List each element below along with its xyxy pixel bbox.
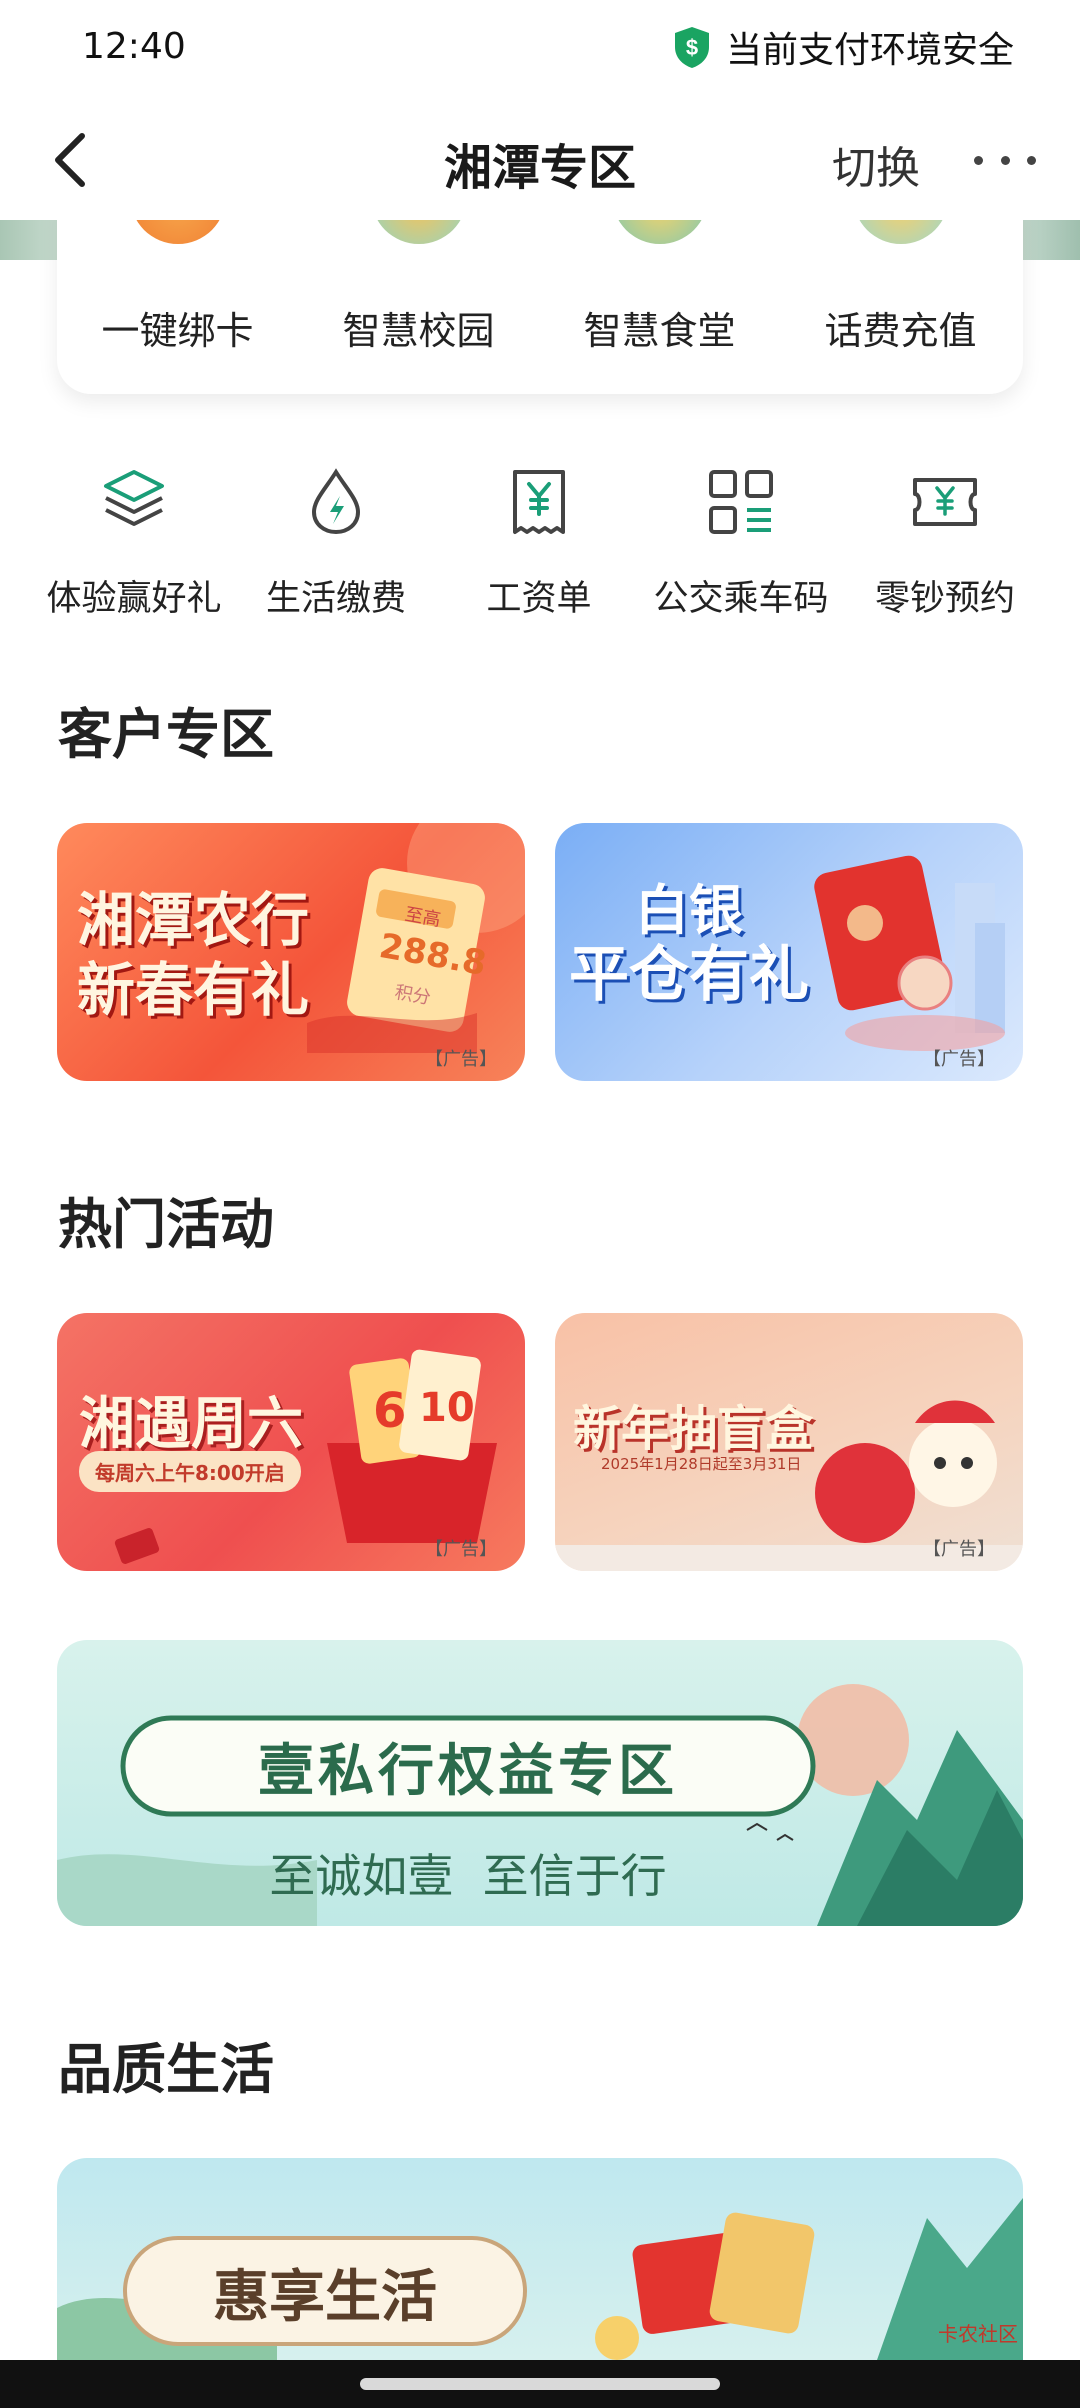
ticket-b-value: 10 — [419, 1385, 475, 1431]
water-drop-icon — [311, 468, 361, 535]
banner-enjoy-life[interactable]: 惠享生活 — [57, 2158, 1023, 2360]
qr-code-icon — [709, 470, 773, 534]
ticket-yen-icon — [913, 478, 977, 526]
ad-tag: 【广告】 — [425, 1049, 497, 1070]
dot-icon — [974, 155, 983, 165]
ad-tag: 【广告】 — [425, 1539, 497, 1560]
quick-action-bind-card[interactable]: 一键绑卡 — [57, 200, 298, 394]
ad-tag: 【广告】 — [923, 1539, 995, 1560]
security-status: $ 当前支付环境安全 — [672, 22, 1014, 72]
quick-action-label: 智慧校园 — [342, 309, 495, 353]
quick-action-recharge[interactable]: 话费充值 — [780, 200, 1021, 394]
quick-action-label: 智慧食堂 — [583, 309, 736, 353]
service-bus-code[interactable]: 公交乘车码 — [641, 466, 841, 619]
quick-action-label: 一键绑卡 — [101, 309, 254, 353]
banner-subtext: 每周六上午8:00开启 — [79, 1451, 301, 1492]
banner-blind-box[interactable]: 新年抽盲盒 2025年1月28日起至3月31日 【广告】 — [555, 1313, 1023, 1571]
svg-text:$: $ — [686, 35, 698, 60]
layers-icon — [104, 470, 164, 526]
more-button[interactable] — [974, 140, 1036, 180]
security-text: 当前支付环境安全 — [725, 30, 1014, 71]
banner-headline: 湘遇周六 — [79, 1391, 303, 1457]
banner-headline: 湘潭农行 新春有礼 — [77, 885, 309, 1025]
banner-headline: 壹私行权益专区 — [258, 1738, 678, 1804]
banner-private-banking[interactable]: 壹私行权益专区 至诚如壹 至信于行 — [57, 1640, 1023, 1926]
ad-tag: 【广告】 — [923, 1049, 995, 1070]
headline-line: 白银 — [635, 878, 743, 942]
ticket-a-value: 6 — [373, 1383, 407, 1439]
banner-headline: 白银 平仓有礼 — [569, 879, 809, 1009]
dot-icon — [1027, 155, 1036, 165]
status-time: 12:40 — [82, 26, 186, 67]
service-experience-gift[interactable]: 体验赢好礼 — [34, 466, 234, 619]
banner-slogan: 至诚如壹 至信于行 — [269, 1849, 667, 1903]
shield-icon: $ — [674, 27, 709, 68]
section-title-hot: 热门活动 — [58, 1193, 274, 1256]
headline-line: 平仓有礼 — [569, 940, 809, 1010]
receipt-yen-icon — [513, 470, 565, 534]
section-title-customer: 客户专区 — [58, 703, 274, 766]
banner-silver-gift[interactable]: 白银 平仓有礼 【广告】 — [555, 823, 1023, 1081]
banner-headline: 惠享生活 — [213, 2264, 437, 2330]
service-label: 零钞预约 — [874, 579, 1015, 619]
watermark: 卡农社区 — [938, 2322, 1018, 2346]
status-bar: 12:40 $ 当前支付环境安全 — [0, 0, 1080, 100]
service-change-reservation[interactable]: 零钞预约 — [845, 466, 1045, 619]
service-life-payment[interactable]: 生活缴费 — [236, 466, 436, 619]
quick-action-canteen[interactable]: 智慧食堂 — [539, 200, 780, 394]
home-indicator[interactable] — [360, 2378, 720, 2390]
banner-new-year-gift[interactable]: 湘潭农行 新春有礼 至高 288.8 积分 【广告】 — [57, 823, 525, 1081]
banner-headline: 新年抽盲盒 — [573, 1401, 814, 1457]
system-bottom-bar — [0, 2360, 1080, 2408]
dot-icon — [1000, 155, 1010, 165]
banner-saturday[interactable]: 湘遇周六 每周六上午8:00开启 6 10 【广告】 — [57, 1313, 525, 1571]
nav-bar: 湘潭专区 切换 — [0, 100, 1080, 220]
banner-subtext: 2025年1月28日起至3月31日 — [601, 1455, 802, 1473]
switch-button[interactable]: 切换 — [832, 132, 920, 196]
headline-line: 湘潭农行 — [77, 886, 310, 954]
section-title-quality: 品质生活 — [58, 2038, 274, 2101]
quick-action-label: 话费充值 — [824, 309, 977, 353]
quick-actions-card: 一键绑卡 智慧校园 智慧食堂 话费充值 — [57, 200, 1023, 394]
headline-line: 新春有礼 — [77, 956, 310, 1024]
quick-action-campus[interactable]: 智慧校园 — [298, 200, 539, 394]
service-payslip[interactable]: 工资单 — [439, 466, 639, 619]
